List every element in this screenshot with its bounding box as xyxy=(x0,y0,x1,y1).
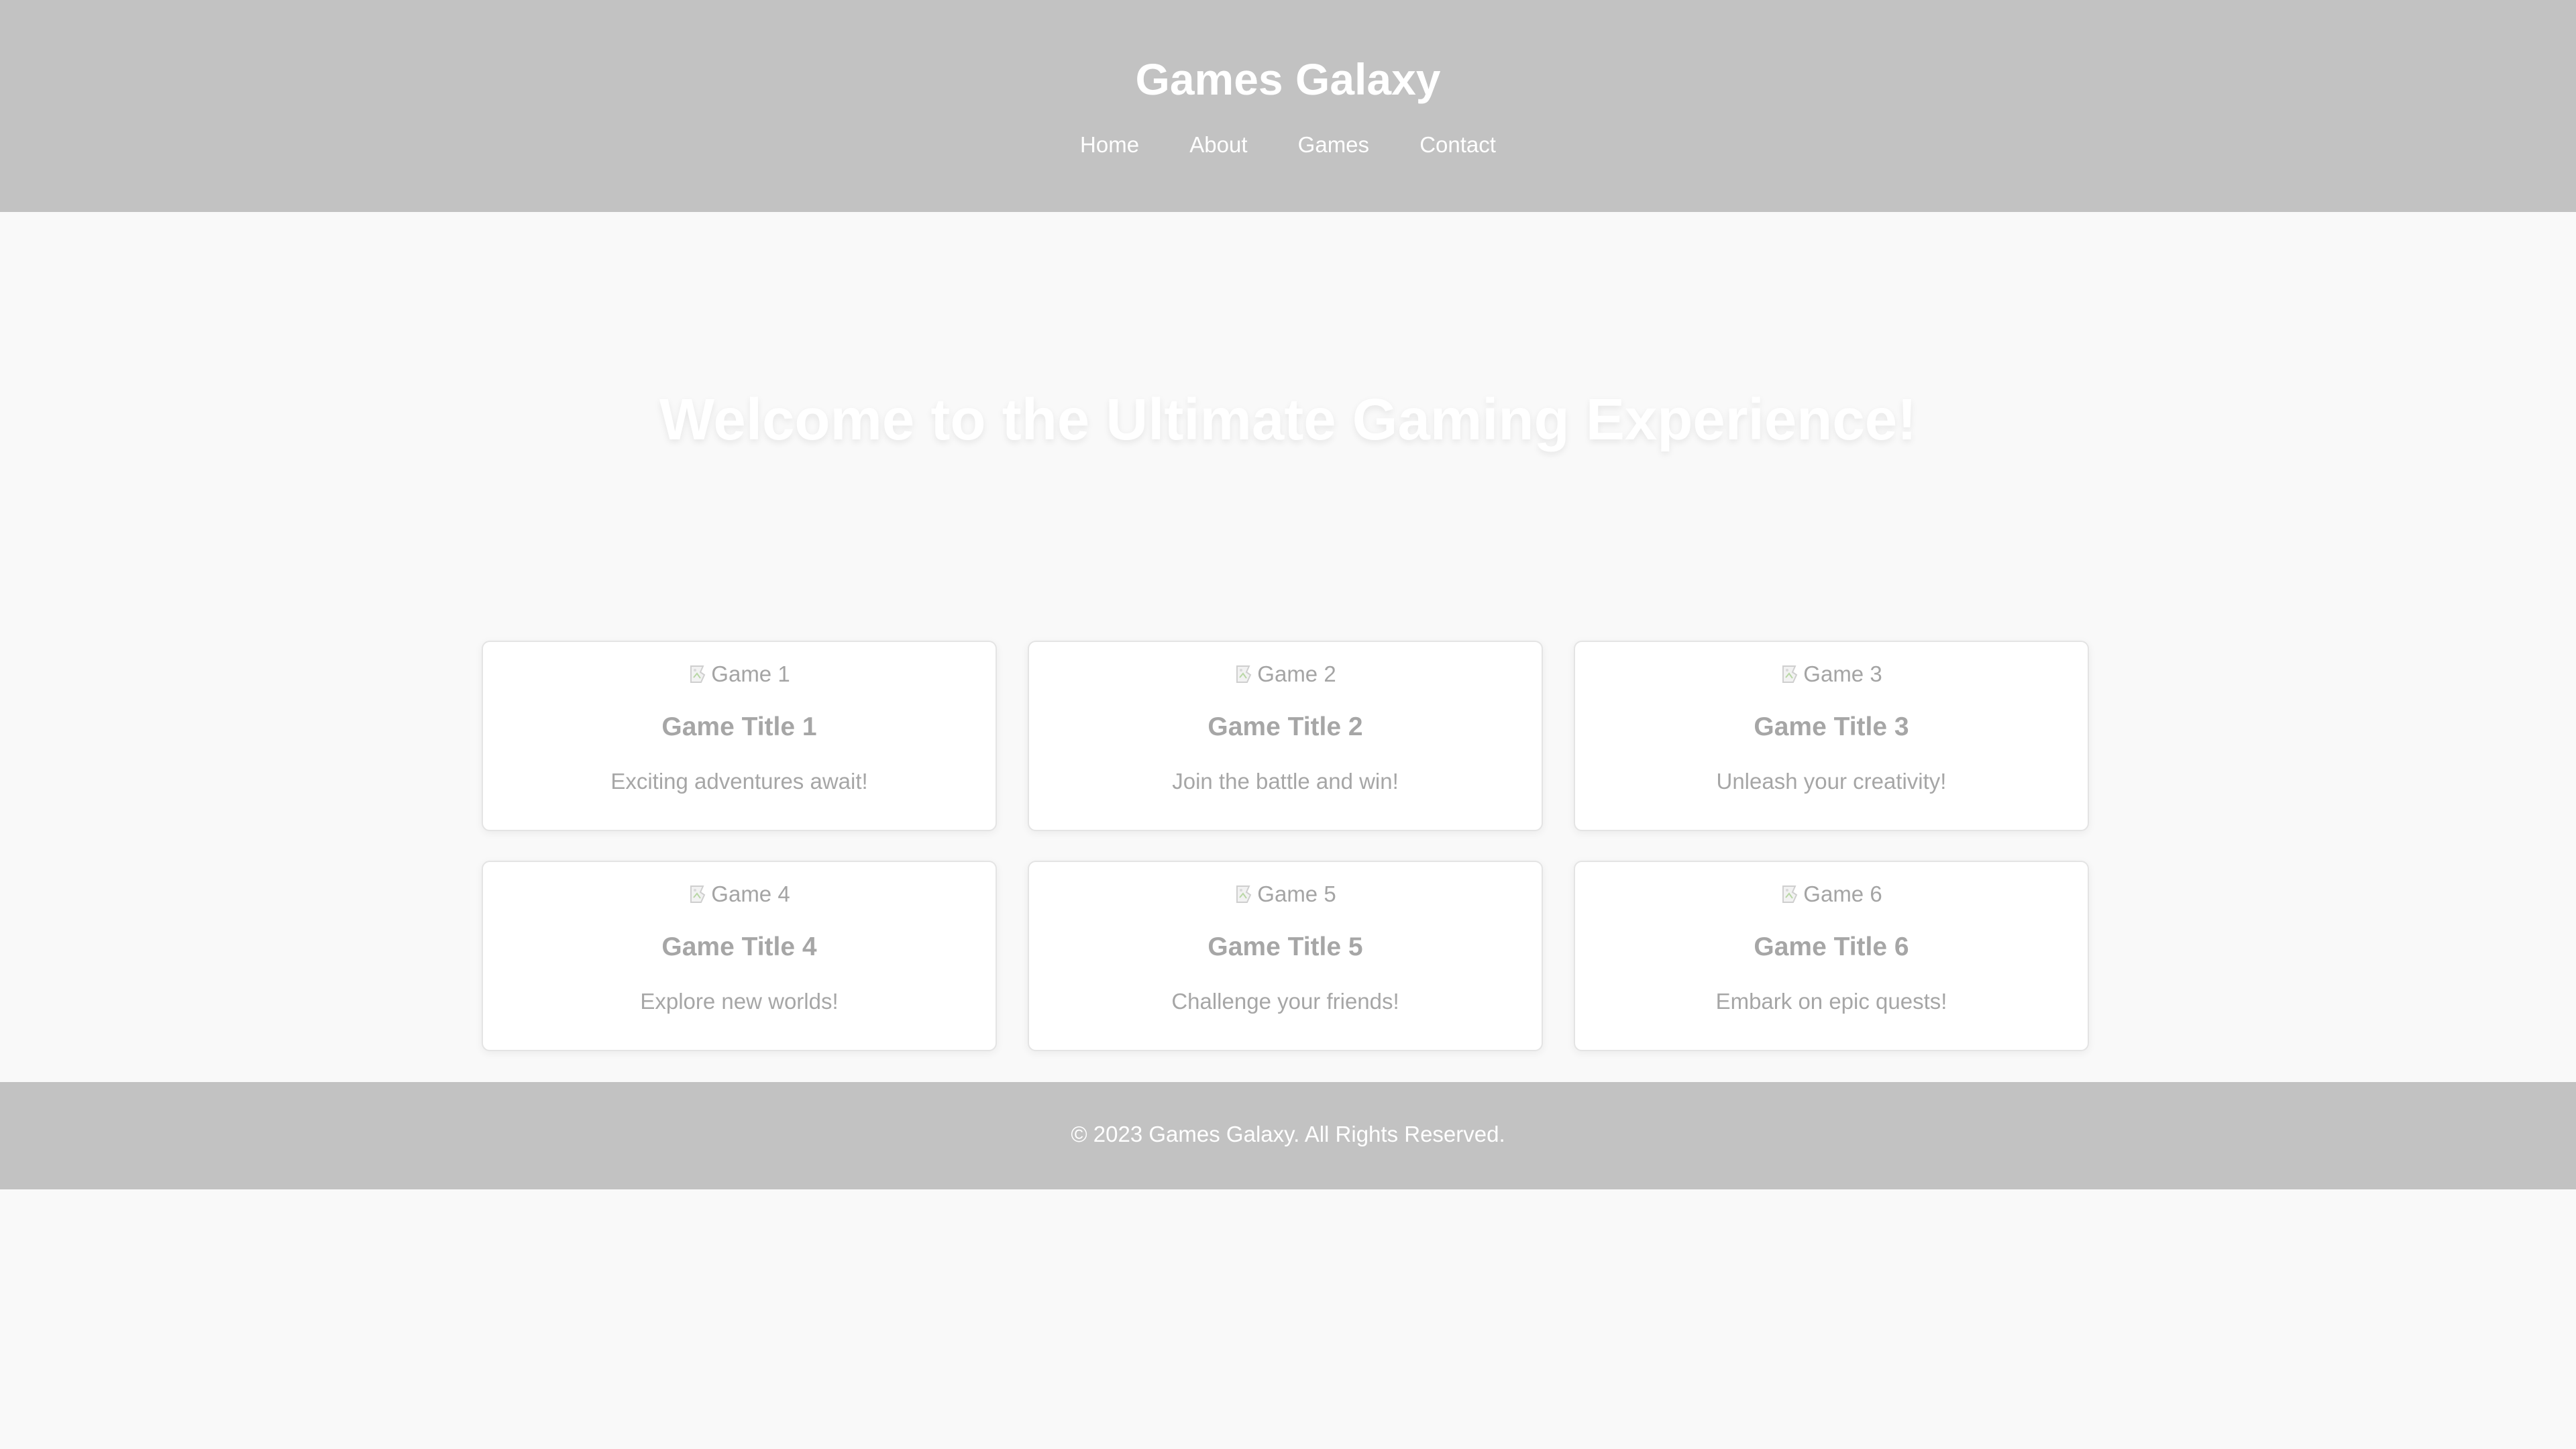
game-description: Unleash your creativity! xyxy=(1716,769,1947,794)
game-image: Game 1 xyxy=(483,661,996,688)
game-title: Game Title 4 xyxy=(661,932,817,961)
nav-contact-link[interactable]: Contact xyxy=(1419,130,1496,160)
game-card[interactable]: Game 6 Game Title 6 Embark on epic quest… xyxy=(1574,861,2089,1051)
broken-image-icon xyxy=(688,883,711,906)
game-image: Game 2 xyxy=(1029,661,1542,688)
game-description: Embark on epic quests! xyxy=(1715,989,1947,1014)
game-image: Game 4 xyxy=(483,881,996,908)
site-footer: © 2023 Games Galaxy. All Rights Reserved… xyxy=(0,1082,2576,1189)
footer-copyright: © 2023 Games Galaxy. All Rights Reserved… xyxy=(1071,1122,1505,1146)
game-image-alt: Game 1 xyxy=(711,661,790,686)
game-title: Game Title 2 xyxy=(1208,712,1363,741)
nav-home-link[interactable]: Home xyxy=(1080,130,1139,160)
game-image-alt: Game 2 xyxy=(1257,661,1336,686)
game-card[interactable]: Game 1 Game Title 1 Exciting adventures … xyxy=(482,641,997,831)
game-image-alt: Game 3 xyxy=(1803,661,1882,686)
site-title: Games Galaxy xyxy=(1135,54,1441,104)
broken-image-icon xyxy=(1780,663,1803,686)
game-description: Challenge your friends! xyxy=(1171,989,1399,1014)
game-title: Game Title 6 xyxy=(1754,932,1909,961)
game-image-alt: Game 4 xyxy=(711,881,790,906)
nav-games-link[interactable]: Games xyxy=(1298,130,1369,160)
games-grid: Game 1 Game Title 1 Exciting adventures … xyxy=(482,641,2089,1051)
nav-about-link[interactable]: About xyxy=(1189,130,1247,160)
game-image-alt: Game 6 xyxy=(1803,881,1882,906)
game-title: Game Title 1 xyxy=(661,712,817,741)
hero-title: Welcome to the Ultimate Gaming Experienc… xyxy=(659,387,1917,452)
broken-image-icon xyxy=(688,663,711,686)
hero-section: Welcome to the Ultimate Gaming Experienc… xyxy=(0,212,2576,639)
game-card[interactable]: Game 5 Game Title 5 Challenge your frien… xyxy=(1028,861,1543,1051)
broken-image-icon xyxy=(1234,883,1257,906)
game-image-alt: Game 5 xyxy=(1257,881,1336,906)
main-nav: Home About Games Contact xyxy=(0,130,2576,160)
game-image: Game 3 xyxy=(1575,661,2088,688)
broken-image-icon xyxy=(1234,663,1257,686)
game-card[interactable]: Game 3 Game Title 3 Unleash your creativ… xyxy=(1574,641,2089,831)
game-description: Exciting adventures await! xyxy=(610,769,868,794)
game-image: Game 5 xyxy=(1029,881,1542,908)
game-title: Game Title 3 xyxy=(1754,712,1909,741)
game-card[interactable]: Game 2 Game Title 2 Join the battle and … xyxy=(1028,641,1543,831)
game-card[interactable]: Game 4 Game Title 4 Explore new worlds! xyxy=(482,861,997,1051)
game-description: Explore new worlds! xyxy=(640,989,839,1014)
game-image: Game 6 xyxy=(1575,881,2088,908)
site-header: Games Galaxy Home About Games Contact xyxy=(0,0,2576,212)
game-description: Join the battle and win! xyxy=(1172,769,1399,794)
game-title: Game Title 5 xyxy=(1208,932,1363,961)
broken-image-icon xyxy=(1780,883,1803,906)
